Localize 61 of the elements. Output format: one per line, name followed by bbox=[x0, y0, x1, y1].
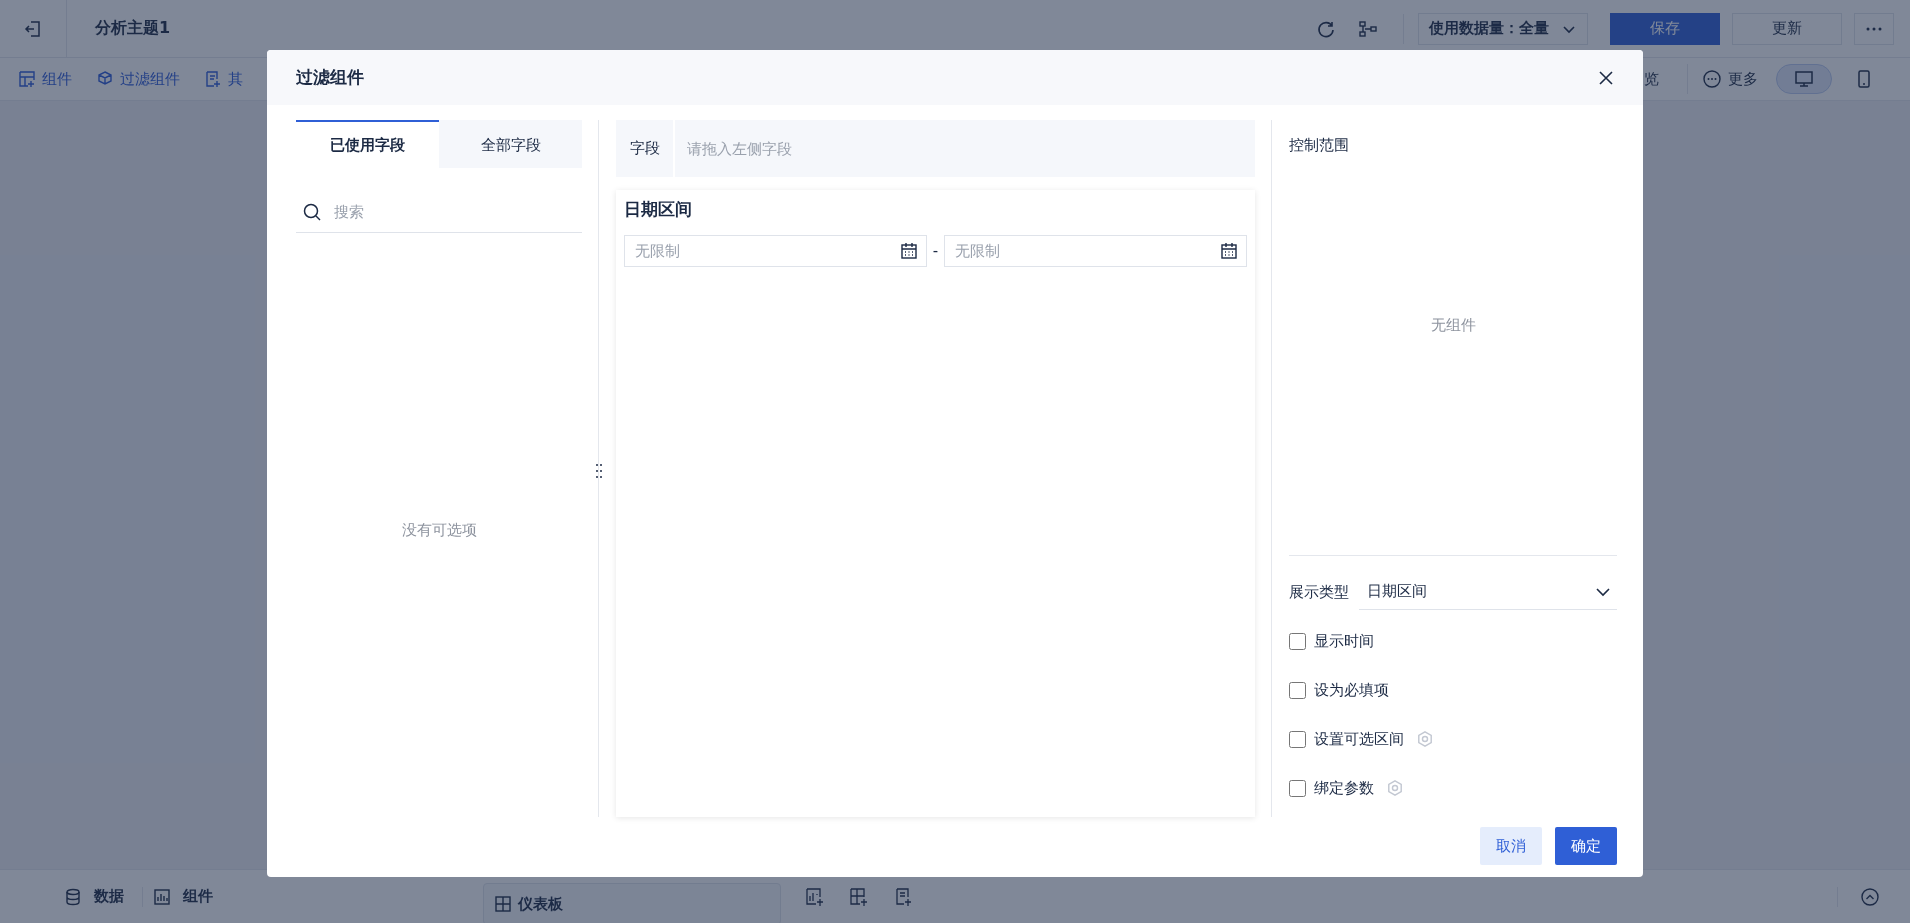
field-drop-zone[interactable]: 请拖入左侧字段 bbox=[675, 120, 1255, 177]
checkbox[interactable] bbox=[1289, 632, 1306, 650]
option-label[interactable]: 设置可选区间 bbox=[1314, 729, 1404, 749]
bar-chart-icon bbox=[153, 887, 171, 906]
cube-icon bbox=[96, 70, 114, 88]
calendar-icon[interactable] bbox=[899, 242, 918, 260]
cancel-button[interactable]: 取消 bbox=[1480, 827, 1542, 865]
drag-handle-icon[interactable] bbox=[594, 463, 603, 479]
empty-message: 没有可选项 bbox=[401, 520, 477, 540]
range-separator: - bbox=[932, 242, 939, 260]
widget-tool[interactable]: 组件 bbox=[18, 69, 72, 89]
display-type-select[interactable]: 日期区间 bbox=[1359, 574, 1617, 610]
update-button[interactable]: 更新 bbox=[1732, 12, 1842, 45]
start-date-input[interactable]: 无限制 bbox=[633, 241, 896, 261]
checkbox[interactable] bbox=[1289, 681, 1306, 699]
data-tab[interactable]: 数据 bbox=[64, 887, 124, 906]
preview-tool[interactable]: 览 bbox=[1644, 69, 1659, 89]
desktop-view-button[interactable] bbox=[1776, 64, 1832, 94]
dialog-title: 过滤组件 bbox=[296, 66, 364, 89]
field-tab[interactable]: 全部字段 bbox=[439, 120, 582, 168]
add-widget-icon bbox=[18, 70, 36, 88]
widget-tab[interactable]: 组件 bbox=[153, 887, 213, 906]
flow-icon[interactable] bbox=[1358, 18, 1378, 39]
display-type-label: 展示类型 bbox=[1289, 582, 1349, 602]
more-icon bbox=[1702, 69, 1722, 89]
calendar-icon[interactable] bbox=[1220, 242, 1238, 260]
field-bar[interactable]: 字段 请拖入左侧字段 bbox=[616, 120, 1255, 177]
option-label[interactable]: 设为必填项 bbox=[1314, 680, 1389, 700]
exit-icon[interactable] bbox=[23, 18, 43, 39]
option-label[interactable]: 显示时间 bbox=[1314, 631, 1374, 651]
empty-message: 无组件 bbox=[1430, 315, 1476, 335]
other-tool[interactable]: 其 bbox=[204, 69, 243, 89]
grid-icon bbox=[494, 895, 512, 913]
start-date-field[interactable]: 无限制 bbox=[624, 235, 927, 267]
section-title: 控制范围 bbox=[1289, 136, 1349, 155]
search-icon bbox=[302, 202, 322, 222]
search-field[interactable]: 搜索 bbox=[296, 192, 582, 233]
dashboard-tab[interactable]: 仪表板 bbox=[483, 883, 781, 923]
confirm-button[interactable]: 确定 bbox=[1555, 827, 1617, 865]
search-input[interactable]: 搜索 bbox=[332, 202, 582, 222]
database-icon bbox=[64, 887, 82, 906]
add-page-icon[interactable] bbox=[893, 886, 913, 907]
close-icon[interactable] bbox=[1598, 69, 1614, 86]
more-icon bbox=[1866, 26, 1882, 31]
collapse-icon[interactable] bbox=[1860, 886, 1880, 907]
checkbox[interactable] bbox=[1289, 779, 1306, 797]
field-label: 字段 bbox=[616, 120, 675, 177]
widget-title: 日期区间 bbox=[624, 198, 692, 221]
monitor-icon bbox=[1794, 69, 1814, 89]
save-button[interactable]: 保存 bbox=[1610, 12, 1720, 45]
end-date-field[interactable]: 无限制 bbox=[944, 235, 1247, 267]
add-grid-icon[interactable] bbox=[849, 886, 869, 907]
filter-widget-tool[interactable]: 过滤组件 bbox=[96, 69, 180, 89]
report-title: 分析主题1 bbox=[95, 18, 171, 39]
end-date-input[interactable]: 无限制 bbox=[953, 241, 1216, 261]
checkbox[interactable] bbox=[1289, 730, 1306, 748]
add-chart-icon[interactable] bbox=[805, 886, 825, 907]
option-label[interactable]: 绑定参数 bbox=[1314, 778, 1374, 798]
more-tool[interactable]: 更多 bbox=[1702, 69, 1758, 89]
data-volume-dropdown[interactable]: 使用数据量：全量 bbox=[1418, 12, 1588, 45]
add-document-icon bbox=[204, 70, 222, 88]
